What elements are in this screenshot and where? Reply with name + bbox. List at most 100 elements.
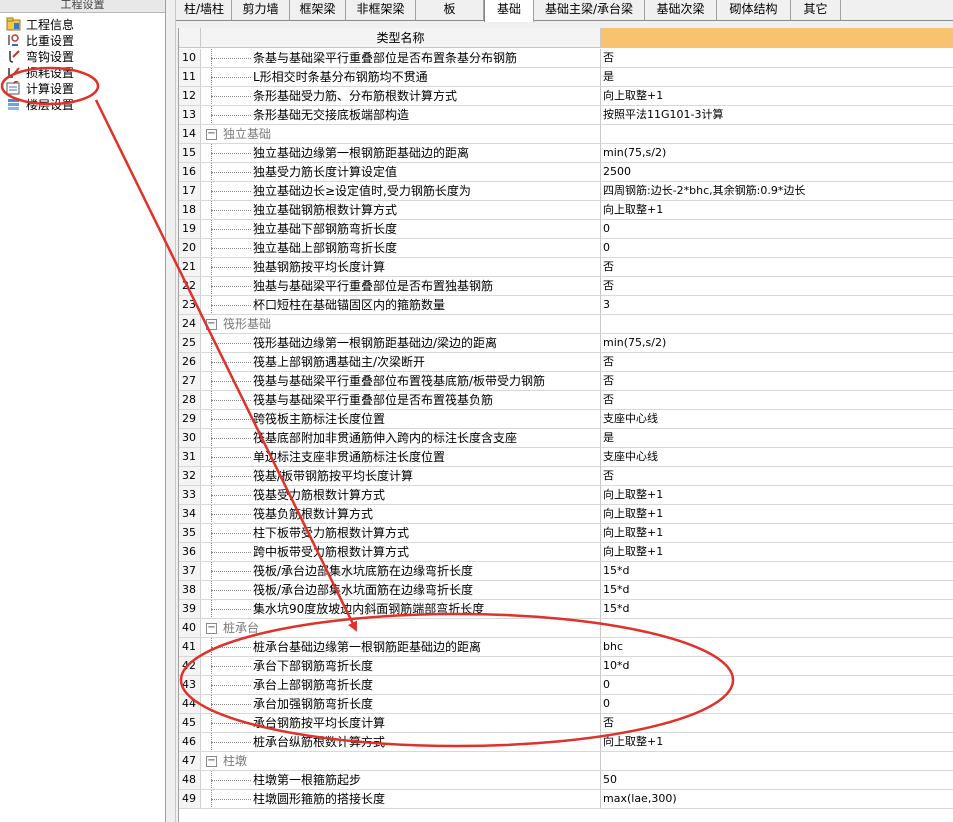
table-row[interactable]: 11 L形相交时条基分布钢筋均不贯通 是	[179, 68, 953, 87]
setting-value-cell[interactable]: 向上取整+1	[601, 486, 953, 505]
table-row[interactable]: 34 筏基负筋根数计算方式 向上取整+1	[179, 505, 953, 524]
setting-value-cell[interactable]: 否	[601, 372, 953, 391]
table-row[interactable]: 16 独基受力筋长度计算设定值 2500	[179, 163, 953, 182]
table-row[interactable]: 39 集水坑90度放坡边内斜面钢筋端部弯折长度 15*d	[179, 600, 953, 619]
table-row[interactable]: 38 筏板/承台边部集水坑面筋在边缘弯折长度 15*d	[179, 581, 953, 600]
setting-value-cell[interactable]: 向上取整+1	[601, 543, 953, 562]
setting-value-cell[interactable]: 10*d	[601, 657, 953, 676]
setting-value-cell[interactable]: min(75,s/2)	[601, 334, 953, 353]
table-row[interactable]: 18 独立基础钢筋根数计算方式 向上取整+1	[179, 201, 953, 220]
group-row[interactable]: 47− 柱墩	[179, 752, 953, 771]
setting-value-cell[interactable]: max(lae,300)	[601, 790, 953, 809]
group-row[interactable]: 40− 桩承台	[179, 619, 953, 638]
table-row[interactable]: 43 承台上部钢筋弯折长度 0	[179, 676, 953, 695]
setting-value-cell[interactable]: 50	[601, 771, 953, 790]
tab-non-frame-beam[interactable]: 非框架梁	[346, 0, 416, 20]
table-row[interactable]: 25 筏形基础边缘第一根钢筋距基础边/梁边的距离 min(75,s/2)	[179, 334, 953, 353]
setting-value-cell[interactable]: 否	[601, 467, 953, 486]
tree-item-project-info[interactable]: 工程信息	[6, 16, 74, 32]
table-row[interactable]: 46 桩承台纵筋根数计算方式 向上取整+1	[179, 733, 953, 752]
setting-name-cell: 集水坑90度放坡边内斜面钢筋端部弯折长度	[201, 600, 601, 619]
tab-shear-wall[interactable]: 剪力墙	[232, 0, 290, 20]
table-row[interactable]: 31 单边标注支座非贯通筋标注长度位置 支座中心线	[179, 448, 953, 467]
setting-value-cell[interactable]: 0	[601, 239, 953, 258]
table-row[interactable]: 45 承台钢筋按平均长度计算 否	[179, 714, 953, 733]
collapse-toggle-icon[interactable]: −	[206, 623, 217, 634]
setting-value-cell[interactable]: 15*d	[601, 600, 953, 619]
setting-value-cell[interactable]: 四周钢筋:边长-2*bhc,其余钢筋:0.9*边长	[601, 182, 953, 201]
setting-value-cell[interactable]: 15*d	[601, 562, 953, 581]
tree-item-loss[interactable]: 损耗设置	[6, 64, 74, 80]
table-row[interactable]: 44 承台加强钢筋弯折长度 0	[179, 695, 953, 714]
tab-foundation[interactable]: 基础	[484, 0, 534, 22]
table-row[interactable]: 10 条基与基础梁平行重叠部位是否布置条基分布钢筋 否	[179, 49, 953, 68]
group-row[interactable]: 14− 独立基础	[179, 125, 953, 144]
tree-item-weight[interactable]: 比重设置	[6, 32, 74, 48]
setting-value-cell[interactable]: 是	[601, 429, 953, 448]
setting-value-cell[interactable]: 0	[601, 220, 953, 239]
table-row[interactable]: 37 筏板/承台边部集水坑底筋在边缘弯折长度 15*d	[179, 562, 953, 581]
tree-guide-line	[211, 590, 251, 591]
table-row[interactable]: 23 杯口短柱在基础锚固区内的箍筋数量 3	[179, 296, 953, 315]
setting-value-cell[interactable]: 是	[601, 68, 953, 87]
table-row[interactable]: 32 筏基/板带钢筋按平均长度计算 否	[179, 467, 953, 486]
table-row[interactable]: 49 柱墩圆形箍筋的搭接长度 max(lae,300)	[179, 790, 953, 809]
setting-value-cell[interactable]: 否	[601, 391, 953, 410]
row-number: 25	[179, 334, 201, 353]
table-row[interactable]: 28 筏基与基础梁平行重叠部位是否布置筏基负筋 否	[179, 391, 953, 410]
tree-item-hook[interactable]: 弯钩设置	[6, 48, 74, 64]
setting-value-cell[interactable]: 向上取整+1	[601, 733, 953, 752]
setting-value-cell[interactable]: 按照平法11G101-3计算	[601, 106, 953, 125]
setting-value-cell[interactable]: 3	[601, 296, 953, 315]
setting-value-cell[interactable]: 0	[601, 676, 953, 695]
table-row[interactable]: 41 桩承台基础边缘第一根钢筋距基础边的距离 bhc	[179, 638, 953, 657]
setting-value-cell[interactable]: 否	[601, 353, 953, 372]
table-row[interactable]: 33 筏基受力筋根数计算方式 向上取整+1	[179, 486, 953, 505]
collapse-toggle-icon[interactable]: −	[206, 319, 217, 330]
table-row[interactable]: 30 筏基底部附加非贯通筋伸入跨内的标注长度含支座 是	[179, 429, 953, 448]
table-row[interactable]: 21 独基钢筋按平均长度计算 否	[179, 258, 953, 277]
setting-value-cell[interactable]: 向上取整+1	[601, 201, 953, 220]
table-row[interactable]: 19 独立基础下部钢筋弯折长度 0	[179, 220, 953, 239]
setting-value-cell[interactable]: 0	[601, 695, 953, 714]
group-row[interactable]: 24− 筏形基础	[179, 315, 953, 334]
setting-value-cell[interactable]: 否	[601, 258, 953, 277]
setting-value-cell[interactable]: 2500	[601, 163, 953, 182]
tree-item-floors[interactable]: 楼层设置	[6, 96, 74, 112]
tab-masonry[interactable]: 砌体结构	[717, 0, 791, 20]
table-row[interactable]: 13 条形基础无交接底板端部构造 按照平法11G101-3计算	[179, 106, 953, 125]
setting-value-cell[interactable]: 向上取整+1	[601, 524, 953, 543]
tab-slab[interactable]: 板	[416, 0, 484, 20]
tab-frame-beam[interactable]: 框架梁	[290, 0, 346, 20]
tab-foundation-secondary-beam[interactable]: 基础次梁	[645, 0, 717, 20]
table-row[interactable]: 12 条形基础受力筋、分布筋根数计算方式 向上取整+1	[179, 87, 953, 106]
tab-foundation-main-beam[interactable]: 基础主梁/承台梁	[534, 0, 645, 20]
table-row[interactable]: 42 承台下部钢筋弯折长度 10*d	[179, 657, 953, 676]
table-row[interactable]: 20 独立基础上部钢筋弯折长度 0	[179, 239, 953, 258]
table-row[interactable]: 48 柱墩第一根箍筋起步 50	[179, 771, 953, 790]
table-row[interactable]: 22 独基与基础梁平行重叠部位是否布置独基钢筋 否	[179, 277, 953, 296]
table-row[interactable]: 36 跨中板带受力筋根数计算方式 向上取整+1	[179, 543, 953, 562]
table-row[interactable]: 35 柱下板带受力筋根数计算方式 向上取整+1	[179, 524, 953, 543]
tree-item-calc-settings[interactable]: 计算设置	[6, 78, 74, 96]
table-row[interactable]: 17 独立基础边长≥设定值时,受力钢筋长度为 四周钢筋:边长-2*bhc,其余钢筋:…	[179, 182, 953, 201]
setting-value-cell[interactable]: 否	[601, 49, 953, 68]
collapse-toggle-icon[interactable]: −	[206, 756, 217, 767]
tab-column-wall[interactable]: 柱/墙柱	[176, 0, 232, 20]
setting-value-cell[interactable]: 向上取整+1	[601, 87, 953, 106]
setting-value-cell[interactable]: 否	[601, 714, 953, 733]
setting-value-cell[interactable]: 支座中心线	[601, 448, 953, 467]
table-row[interactable]: 26 筏基上部钢筋遇基础主/次梁断开 否	[179, 353, 953, 372]
setting-value-cell[interactable]: 15*d	[601, 581, 953, 600]
setting-value-cell[interactable]: min(75,s/2)	[601, 144, 953, 163]
setting-value-cell[interactable]: 支座中心线	[601, 410, 953, 429]
panel-splitter[interactable]	[166, 0, 176, 822]
collapse-toggle-icon[interactable]: −	[206, 129, 217, 140]
setting-value-cell[interactable]: 向上取整+1	[601, 505, 953, 524]
setting-value-cell[interactable]: 否	[601, 277, 953, 296]
tab-other[interactable]: 其它	[791, 0, 841, 20]
table-row[interactable]: 15 独立基础边缘第一根钢筋距基础边的距离 min(75,s/2)	[179, 144, 953, 163]
table-row[interactable]: 29 跨筏板主筋标注长度位置 支座中心线	[179, 410, 953, 429]
setting-value-cell[interactable]: bhc	[601, 638, 953, 657]
table-row[interactable]: 27 筏基与基础梁平行重叠部位布置筏基底筋/板带受力钢筋 否	[179, 372, 953, 391]
